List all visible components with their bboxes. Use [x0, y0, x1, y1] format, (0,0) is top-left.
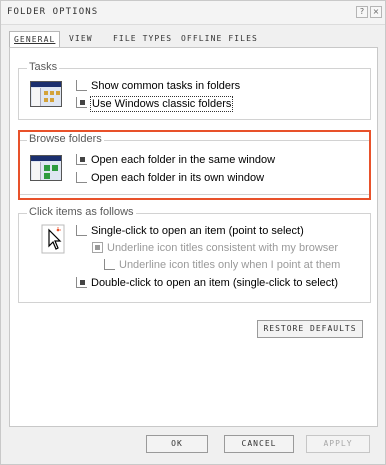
window-title: FOLDER OPTIONS: [7, 7, 99, 17]
radio-indicator: [76, 225, 87, 236]
option-label: Use Windows classic folders: [90, 96, 234, 112]
browse-folders-group: Browse folders Open each folder in the s…: [18, 133, 371, 195]
tasks-group: Tasks Show common tasks in folders Use W…: [18, 61, 371, 120]
radio-indicator: [76, 172, 87, 183]
click-items-group: Click items as follows Single-click to o…: [18, 206, 371, 303]
browse-preview-image: [30, 155, 62, 181]
folder-options-window: FOLDER OPTIONS ? × GENERAL VIEW FILE TYP…: [0, 0, 386, 465]
browse-folders-group-label: Browse folders: [27, 133, 104, 145]
tasks-preview-image: [30, 81, 62, 107]
option-label: Single-click to open an item (point to s…: [91, 225, 304, 237]
radio-indicator: [76, 154, 87, 165]
ok-button[interactable]: OK: [146, 435, 208, 453]
tab-view[interactable]: VIEW: [65, 31, 97, 47]
radio-indicator: [104, 259, 115, 270]
click-items-group-label: Click items as follows: [27, 206, 136, 218]
tab-offline-files[interactable]: OFFLINE FILES: [177, 31, 262, 47]
general-tab-panel: Tasks Show common tasks in folders Use W…: [9, 47, 378, 427]
help-button[interactable]: ?: [356, 6, 368, 18]
radio-indicator: [76, 277, 87, 288]
option-label: Underline icon titles consistent with my…: [107, 242, 339, 254]
option-label: Open each folder in the same window: [91, 154, 276, 166]
radio-indicator: [76, 80, 87, 91]
option-label: Underline icon titles only when I point …: [119, 259, 341, 271]
option-label: Open each folder in its own window: [91, 172, 265, 184]
cancel-button[interactable]: CANCEL: [224, 435, 294, 453]
close-button[interactable]: ×: [370, 6, 382, 18]
title-bar: FOLDER OPTIONS ? ×: [1, 1, 385, 25]
radio-indicator: [92, 242, 103, 253]
restore-defaults-button[interactable]: RESTORE DEFAULTS: [257, 320, 363, 338]
apply-button[interactable]: APPLY: [306, 435, 370, 453]
pointer-hand-icon: [41, 224, 65, 254]
tasks-group-label: Tasks: [27, 61, 60, 73]
tab-general[interactable]: GENERAL: [9, 31, 61, 48]
radio-indicator: [76, 97, 87, 108]
tab-file-types[interactable]: FILE TYPES: [109, 31, 176, 47]
option-label: Double-click to open an item (single-cli…: [91, 277, 338, 289]
option-label: Show common tasks in folders: [91, 80, 241, 92]
